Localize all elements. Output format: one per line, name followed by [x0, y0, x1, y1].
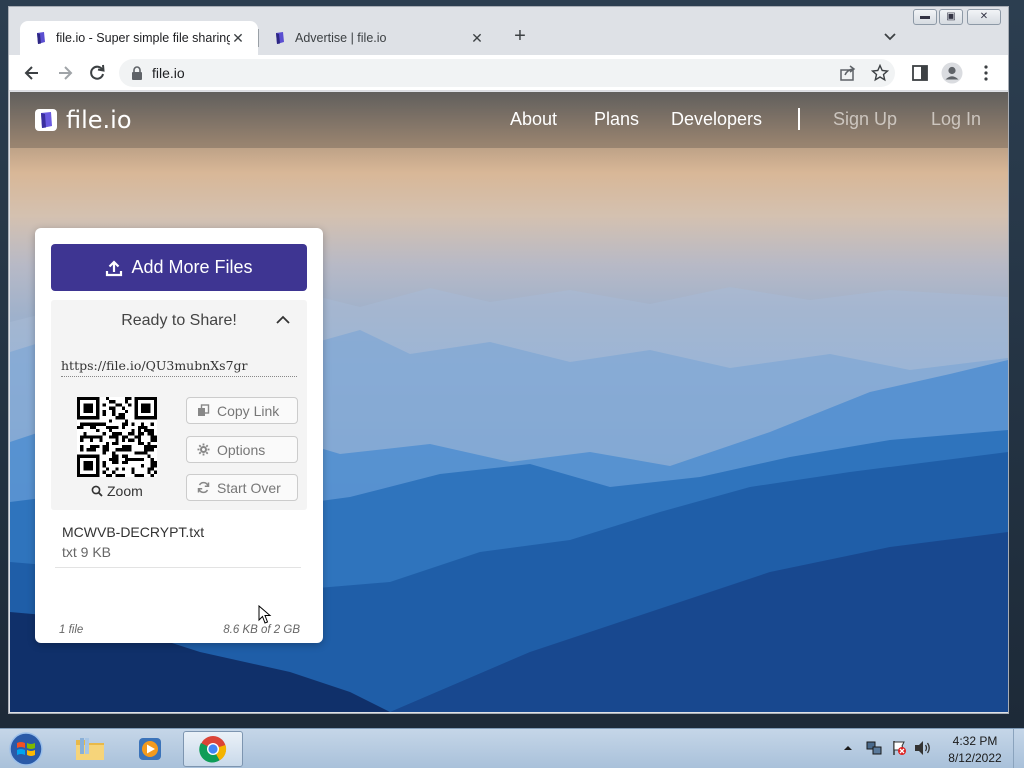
start-over-button[interactable]: Start Over — [186, 474, 298, 501]
tab-strip: file.io - Super simple file sharing ✕ Ad… — [9, 7, 1008, 55]
media-player-icon — [139, 738, 161, 760]
nav-log-in[interactable]: Log In — [931, 109, 981, 130]
star-icon[interactable] — [871, 64, 889, 82]
volume-icon[interactable] — [914, 740, 932, 756]
nav-divider — [798, 108, 800, 130]
close-tab-icon[interactable]: ✕ — [469, 30, 485, 47]
chevron-down-icon[interactable] — [881, 27, 899, 45]
windows-start-icon[interactable] — [6, 731, 46, 767]
storage-usage: 8.6 KB of 2 GB — [223, 624, 300, 636]
start-over-label: Start Over — [217, 479, 281, 496]
gear-icon — [197, 443, 210, 456]
site-logo[interactable]: file.io — [34, 106, 132, 134]
browser-toolbar: file.io — [9, 55, 1008, 91]
logo-text: file.io — [66, 106, 132, 134]
fileio-logo-icon — [35, 109, 57, 131]
tab-fileio[interactable]: file.io - Super simple file sharing ✕ — [20, 21, 258, 55]
fileio-favicon-icon — [37, 32, 45, 44]
tab-title: Advertise | file.io — [295, 31, 387, 45]
profile-icon[interactable] — [941, 62, 963, 84]
address-bar[interactable]: file.io — [119, 59, 895, 87]
action-center-flag-icon[interactable] — [891, 740, 907, 756]
taskbar-file-explorer[interactable] — [62, 731, 118, 767]
zoom-button[interactable]: Zoom — [91, 483, 143, 499]
taskbar-media-player[interactable] — [122, 731, 178, 767]
add-more-files-button[interactable]: Add More Files — [51, 244, 307, 291]
chevron-up-icon[interactable] — [275, 312, 291, 328]
taskbar-chrome[interactable] — [183, 731, 243, 767]
clock-time[interactable]: 4:32 PM — [940, 734, 1010, 748]
nav-sign-up[interactable]: Sign Up — [833, 109, 897, 130]
nav-plans[interactable]: Plans — [594, 109, 639, 130]
fileio-favicon-icon — [276, 32, 284, 44]
upload-icon — [106, 259, 123, 276]
browser-window: file.io - Super simple file sharing ✕ Ad… — [8, 6, 1009, 714]
minimize-button[interactable]: ▬ — [913, 9, 937, 25]
share-panel: Ready to Share! https://file.io/QU3mubnX… — [51, 300, 307, 510]
close-window-button[interactable]: ✕ — [967, 9, 1001, 25]
file-count: 1 file — [59, 624, 84, 636]
copy-link-button[interactable]: Copy Link — [186, 397, 298, 424]
file-name: MCWVB-DECRYPT.txt — [62, 524, 205, 540]
nav-about[interactable]: About — [510, 109, 557, 130]
forward-icon[interactable] — [55, 63, 75, 83]
site-header: file.io About Plans Developers Sign Up L… — [10, 92, 1008, 148]
folder-icon — [76, 738, 104, 760]
nav-developers[interactable]: Developers — [671, 109, 762, 130]
zoom-label: Zoom — [107, 483, 143, 499]
copy-icon — [198, 404, 210, 416]
clock-date[interactable]: 8/12/2022 — [940, 751, 1010, 765]
share-link[interactable]: https://file.io/QU3mubnXs7gr — [61, 358, 297, 377]
taskbar: 4:32 PM 8/12/2022 — [0, 728, 1024, 768]
tab-title: file.io - Super simple file sharing — [56, 31, 230, 45]
side-panel-icon[interactable] — [911, 64, 929, 82]
copy-link-label: Copy Link — [217, 402, 280, 419]
back-icon[interactable] — [22, 63, 42, 83]
search-icon — [91, 485, 103, 497]
tray-expand-icon[interactable] — [843, 743, 853, 753]
chrome-icon — [199, 736, 227, 763]
show-desktop-button[interactable] — [1013, 729, 1024, 768]
refresh-icon — [197, 481, 210, 494]
menu-icon[interactable] — [977, 64, 995, 82]
options-button[interactable]: Options — [186, 436, 298, 463]
file-meta: txt 9 KB — [62, 544, 112, 560]
divider — [55, 567, 301, 568]
maximize-button[interactable]: ▣ — [939, 9, 963, 25]
tab-advertise[interactable]: Advertise | file.io ✕ — [259, 21, 497, 55]
close-tab-icon[interactable]: ✕ — [230, 30, 246, 47]
upload-card: Add More Files Ready to Share! https://f… — [35, 228, 323, 643]
reload-icon[interactable] — [87, 63, 107, 83]
new-tab-button[interactable]: + — [509, 25, 531, 47]
network-icon[interactable] — [866, 740, 882, 756]
webpage: file.io About Plans Developers Sign Up L… — [10, 92, 1008, 712]
qr-code[interactable] — [77, 397, 157, 477]
mouse-cursor-icon — [258, 605, 272, 624]
lock-icon[interactable] — [131, 66, 143, 80]
add-more-files-label: Add More Files — [131, 257, 253, 277]
url-text[interactable]: file.io — [152, 65, 185, 81]
ready-title: Ready to Share! — [121, 312, 237, 329]
options-label: Options — [217, 441, 266, 458]
share-icon[interactable] — [839, 64, 857, 82]
